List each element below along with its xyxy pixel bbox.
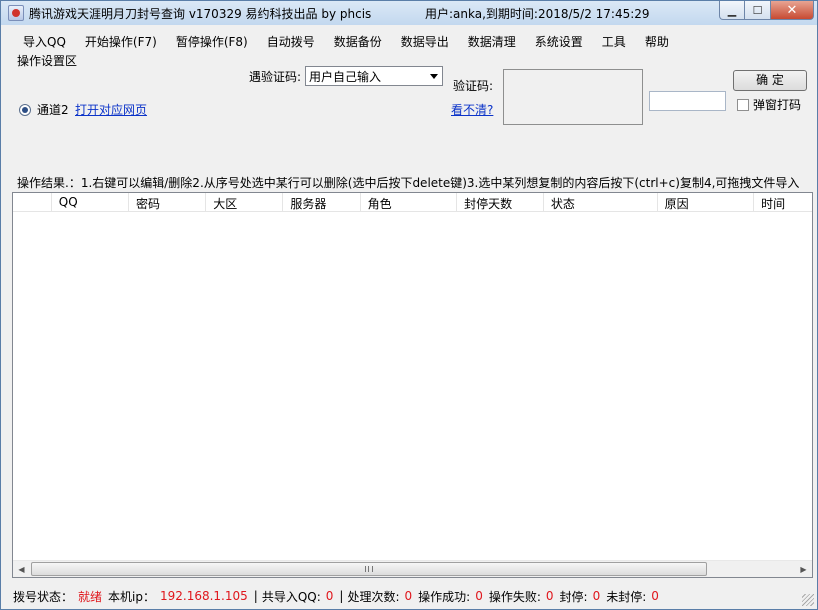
minimize-button[interactable]: ▁ [719,1,745,20]
processed-count-label: 处理次数: [347,589,400,604]
main-window: 腾讯游戏天涯明月刀封号查询 v170329 易约科技出品 by phcis 用户… [0,0,818,610]
maximize-button[interactable]: ☐ [745,1,771,20]
col-time[interactable]: 时间 [754,193,812,212]
scrollbar-thumb[interactable] [31,562,707,576]
banned-count-value: 0 [592,589,601,603]
table-header: QQ 密码 大区 服务器 角色 封停天数 状态 原因 时间 [13,193,812,212]
col-qq[interactable]: QQ [52,193,129,212]
menu-import-qq[interactable]: 导入QQ [1,30,75,52]
captcha-image[interactable] [503,69,643,125]
separator: | [253,589,258,603]
settings-group-title: 操作设置区 [17,54,78,68]
col-index[interactable] [13,193,52,212]
success-count-value: 0 [475,589,483,603]
channel-label: 通道2 [37,103,69,117]
confirm-button[interactable]: 确 定 [733,70,807,91]
col-ban-days[interactable]: 封停天数 [457,193,544,212]
col-password[interactable]: 密码 [129,193,207,212]
window-title: 腾讯游戏天涯明月刀封号查询 v170329 易约科技出品 by phcis [29,7,372,21]
popup-captcha-checkbox[interactable]: 弹窗打码 [737,96,801,113]
separator: | [339,589,344,603]
unbanned-count-label: 未封停: [606,589,647,604]
menu-pause-operation[interactable]: 暂停操作(F8) [166,30,257,52]
menu-system-settings[interactable]: 系统设置 [525,30,592,52]
fail-count-value: 0 [545,589,554,603]
refresh-captcha-link[interactable]: 看不清? [451,101,493,118]
vc-mode-select[interactable]: 用户自己输入 [305,66,443,86]
user-expiry-info: 用户:anka,到期时间:2018/5/2 17:45:29 [425,7,650,21]
vc-mode-label: 遇验证码: [249,70,302,84]
banned-count-label: 封停: [559,589,588,604]
account-table[interactable]: QQ 密码 大区 服务器 角色 封停天数 状态 原因 时间 ◀ ▶ [12,192,813,578]
col-role[interactable]: 角色 [361,193,458,212]
menu-start-operation[interactable]: 开始操作(F7) [75,30,166,52]
open-page-link[interactable]: 打开对应网页 [75,101,147,118]
app-icon [8,5,24,21]
imported-qq-label: 共导入QQ: [261,589,321,604]
operation-result-text: 操作结果.：1.右键可以编辑/删除2.从序号处选中某行可以删除(选中后按下del… [17,176,800,190]
minimize-icon: ▁ [727,3,737,17]
maximize-icon: ☐ [752,3,763,17]
dial-status-label: 拨号状态： [13,589,74,604]
imported-qq-value: 0 [325,589,334,603]
grip-icon [365,566,373,572]
menu-help[interactable]: 帮助 [635,30,678,52]
channel-radio[interactable]: 通道2 [19,101,69,118]
col-status[interactable]: 状态 [544,193,658,212]
title-bar[interactable]: 腾讯游戏天涯明月刀封号查询 v170329 易约科技出品 by phcis 用户… [1,1,817,25]
radio-selected-icon[interactable] [19,103,31,116]
checkbox-unchecked-icon[interactable] [737,98,749,111]
local-ip-label: 本机ip： [108,589,155,604]
close-icon: ✕ [786,2,798,18]
menu-tools[interactable]: 工具 [592,30,635,52]
success-count-label: 操作成功: [418,589,471,604]
caption-buttons: ▁ ☐ ✕ [719,1,814,21]
scroll-left-icon[interactable]: ◀ [13,561,30,577]
menu-auto-dial[interactable]: 自动拨号 [257,30,324,52]
horizontal-scrollbar[interactable]: ◀ ▶ [13,560,812,577]
chevron-down-icon [430,74,438,79]
vc-mode-value: 用户自己输入 [309,70,382,84]
menu-data-cleanup[interactable]: 数据清理 [458,30,525,52]
resize-grip-icon[interactable] [802,594,814,606]
menu-data-backup[interactable]: 数据备份 [324,30,391,52]
unbanned-count-value: 0 [651,589,659,603]
dial-status-value: 就绪 [78,589,103,604]
status-bar: 拨号状态： 就绪 本机ip： 192.168.1.105 | 共导入QQ: 0 … [1,583,817,609]
fail-count-label: 操作失败: [488,589,541,604]
menu-bar: 导入QQ 开始操作(F7) 暂停操作(F8) 自动拨号 数据备份 数据导出 数据… [1,30,817,52]
popup-captcha-label: 弹窗打码 [753,98,802,112]
col-region[interactable]: 大区 [206,193,284,212]
col-server[interactable]: 服务器 [283,193,361,212]
processed-count-value: 0 [404,589,413,603]
local-ip-value: 192.168.1.105 [159,589,248,603]
menu-data-export[interactable]: 数据导出 [391,30,458,52]
captcha-label: 验证码: [453,79,494,93]
captcha-input[interactable] [649,91,726,111]
scroll-right-icon[interactable]: ▶ [795,561,812,577]
col-reason[interactable]: 原因 [658,193,755,212]
close-button[interactable]: ✕ [771,1,814,20]
